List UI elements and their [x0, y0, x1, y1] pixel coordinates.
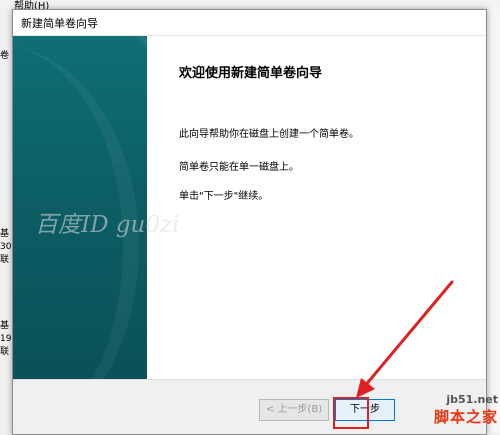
site-url: jb51.net: [446, 393, 498, 406]
red-arrow-annotation: [356, 280, 454, 398]
site-logo: jb51.net 脚本之家: [434, 393, 498, 427]
site-name: 脚本之家: [433, 408, 498, 426]
